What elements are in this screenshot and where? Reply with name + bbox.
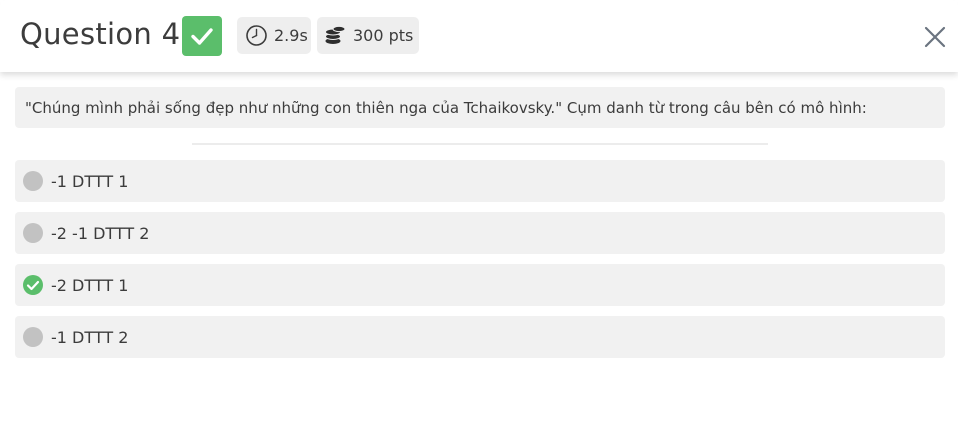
close-icon bbox=[924, 26, 946, 48]
points-value: 300 pts bbox=[353, 26, 414, 45]
radio-marker-icon bbox=[23, 171, 43, 191]
time-badge: 2.9s bbox=[237, 17, 311, 54]
answer-option-label: -2 DTTT 1 bbox=[51, 275, 129, 295]
answer-option-label: -2 -1 DTTT 2 bbox=[51, 223, 150, 243]
answer-option-4[interactable]: -1 DTTT 2 bbox=[15, 316, 945, 358]
question-modal: Question 4 2.9s 300 pts "Chúng mình phải… bbox=[0, 0, 958, 437]
correct-check-icon bbox=[23, 275, 43, 295]
close-button[interactable] bbox=[922, 24, 948, 50]
radio-marker-icon bbox=[23, 327, 43, 347]
question-title: Question 4 bbox=[20, 17, 181, 51]
answer-option-2[interactable]: -2 -1 DTTT 2 bbox=[15, 212, 945, 254]
clock-icon bbox=[245, 24, 268, 47]
answer-option-label: -1 DTTT 1 bbox=[51, 171, 129, 191]
correct-status-badge bbox=[182, 16, 222, 56]
points-badge: 300 pts bbox=[317, 17, 419, 54]
radio-marker-icon bbox=[23, 223, 43, 243]
answer-option-3[interactable]: -2 DTTT 1 bbox=[15, 264, 945, 306]
question-text-box: "Chúng mình phải sống đẹp như những con … bbox=[15, 87, 945, 128]
time-value: 2.9s bbox=[274, 26, 308, 45]
divider bbox=[192, 143, 768, 145]
modal-header: Question 4 2.9s 300 pts bbox=[0, 0, 958, 72]
answer-option-label: -1 DTTT 2 bbox=[51, 327, 129, 347]
answer-option-1[interactable]: -1 DTTT 1 bbox=[15, 160, 945, 202]
check-icon bbox=[191, 28, 213, 45]
coins-icon bbox=[324, 24, 347, 47]
question-text: "Chúng mình phải sống đẹp như những con … bbox=[25, 98, 867, 117]
